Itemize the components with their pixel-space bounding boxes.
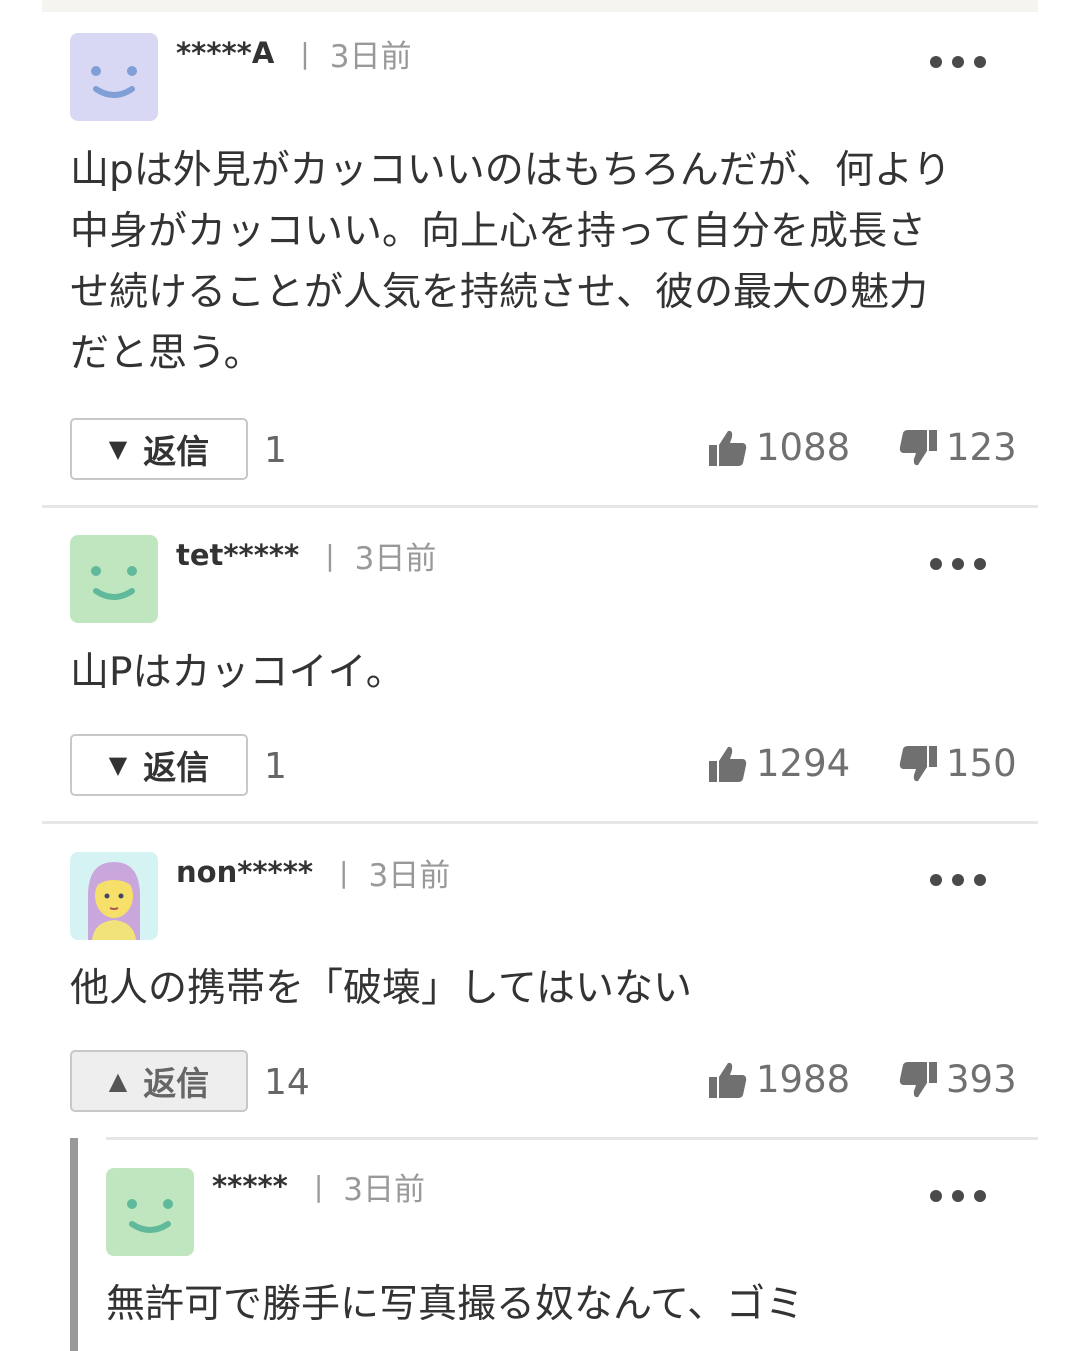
username[interactable]: *****A [176, 36, 274, 70]
triangle-down-icon: ▼ [108, 435, 128, 463]
reply-count: 1 [264, 746, 287, 787]
avatar[interactable] [70, 852, 158, 940]
avatar[interactable] [70, 33, 158, 121]
dislike-count: 393 [946, 1058, 1017, 1101]
reply-label: 返信 [143, 748, 210, 787]
reply-count: 14 [264, 1062, 310, 1103]
reply-label: 返信 [143, 1064, 210, 1103]
comment-text: 他人の携帯を「破壊」してはいない [70, 966, 693, 1011]
avatar[interactable] [70, 535, 158, 623]
thumbs-up-icon [709, 746, 747, 782]
thumbs-down-icon [899, 1061, 937, 1097]
reply-toggle-button[interactable]: ▼ 返信 [70, 418, 248, 480]
reply-count: 1 [264, 430, 287, 471]
comment-text: 山Pはカッコイイ。 [70, 650, 405, 695]
comment-meta: ***** | 3日前 [212, 1166, 425, 1208]
reply-item: ***** | 3日前 無許可で勝手に写真撮る奴なんて、ゴミ [0, 1140, 1080, 1351]
dislike-count: 123 [946, 426, 1017, 469]
more-dots-icon[interactable] [930, 1186, 986, 1206]
like-button[interactable]: 1988 [708, 1058, 850, 1101]
triangle-up-icon: ▲ [108, 1067, 128, 1095]
meta-separator: | [339, 855, 349, 889]
comment-item: *****A | 3日前 山pは外見がカッコいいのはもちろんだが、何より 中身が… [0, 0, 1080, 506]
username[interactable]: ***** [212, 1169, 288, 1203]
username[interactable]: tet***** [176, 538, 299, 572]
reply-label: 返信 [143, 432, 210, 471]
like-count: 1988 [756, 1058, 851, 1101]
thumbs-up-icon [709, 1062, 747, 1098]
thumbs-down-icon [899, 429, 937, 465]
comment-item: tet***** | 3日前 山Pはカッコイイ。 ▼ 返信 1 1294 150 [0, 508, 1080, 822]
triangle-down-icon: ▼ [108, 751, 128, 779]
dislike-button[interactable]: 123 [898, 426, 1017, 469]
timestamp: 3日前 [329, 38, 412, 75]
dislike-button[interactable]: 393 [898, 1058, 1017, 1101]
more-dots-icon[interactable] [930, 554, 986, 574]
timestamp: 3日前 [354, 540, 437, 577]
timestamp: 3日前 [368, 857, 451, 894]
comment-item: non***** | 3日前 他人の携帯を「破壊」してはいない ▲ 返信 14 … [0, 824, 1080, 1136]
meta-separator: | [300, 36, 310, 70]
like-button[interactable]: 1294 [708, 742, 850, 785]
reply-toggle-button[interactable]: ▲ 返信 [70, 1050, 248, 1112]
like-button[interactable]: 1088 [708, 426, 850, 469]
more-dots-icon[interactable] [930, 870, 986, 890]
username[interactable]: non***** [176, 855, 313, 889]
reply-toggle-button[interactable]: ▼ 返信 [70, 734, 248, 796]
thumbs-up-icon [709, 430, 747, 466]
reply-text: 無許可で勝手に写真撮る奴なんて、ゴミ [106, 1282, 805, 1327]
meta-separator: | [313, 1169, 324, 1203]
like-count: 1088 [756, 426, 851, 469]
comment-meta: non***** | 3日前 [176, 852, 451, 894]
dislike-button[interactable]: 150 [898, 742, 1017, 785]
comment-text: 山pは外見がカッコいいのはもちろんだが、何より 中身がカッコいい。向上心を持って… [70, 148, 952, 376]
timestamp: 3日前 [343, 1171, 425, 1208]
comment-meta: *****A | 3日前 [176, 33, 412, 75]
thumbs-down-icon [899, 745, 937, 781]
like-count: 1294 [756, 742, 851, 785]
meta-separator: | [325, 538, 335, 572]
comment-meta: tet***** | 3日前 [176, 535, 437, 577]
more-dots-icon[interactable] [930, 52, 986, 72]
avatar[interactable] [106, 1168, 194, 1256]
dislike-count: 150 [946, 742, 1017, 785]
